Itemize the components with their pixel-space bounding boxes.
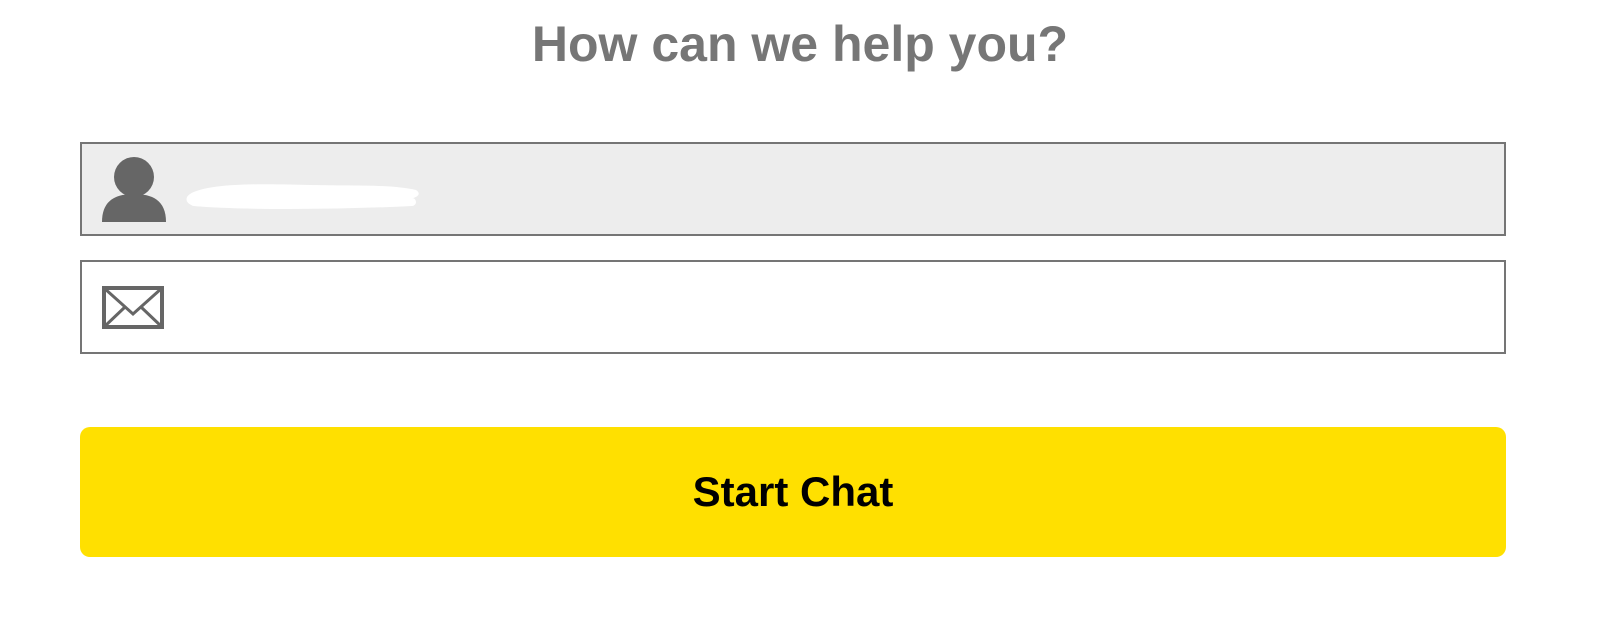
name-input[interactable] xyxy=(182,144,1482,234)
email-field[interactable] xyxy=(80,260,1506,354)
start-chat-button[interactable]: Start Chat xyxy=(80,427,1506,557)
form-heading: How can we help you? xyxy=(531,16,1069,72)
envelope-icon xyxy=(102,286,164,329)
email-input[interactable] xyxy=(182,262,1482,352)
name-field[interactable] xyxy=(80,142,1506,236)
user-icon xyxy=(102,157,166,222)
chat-prechat-form: How can we help you? Start Chat xyxy=(0,0,1600,617)
